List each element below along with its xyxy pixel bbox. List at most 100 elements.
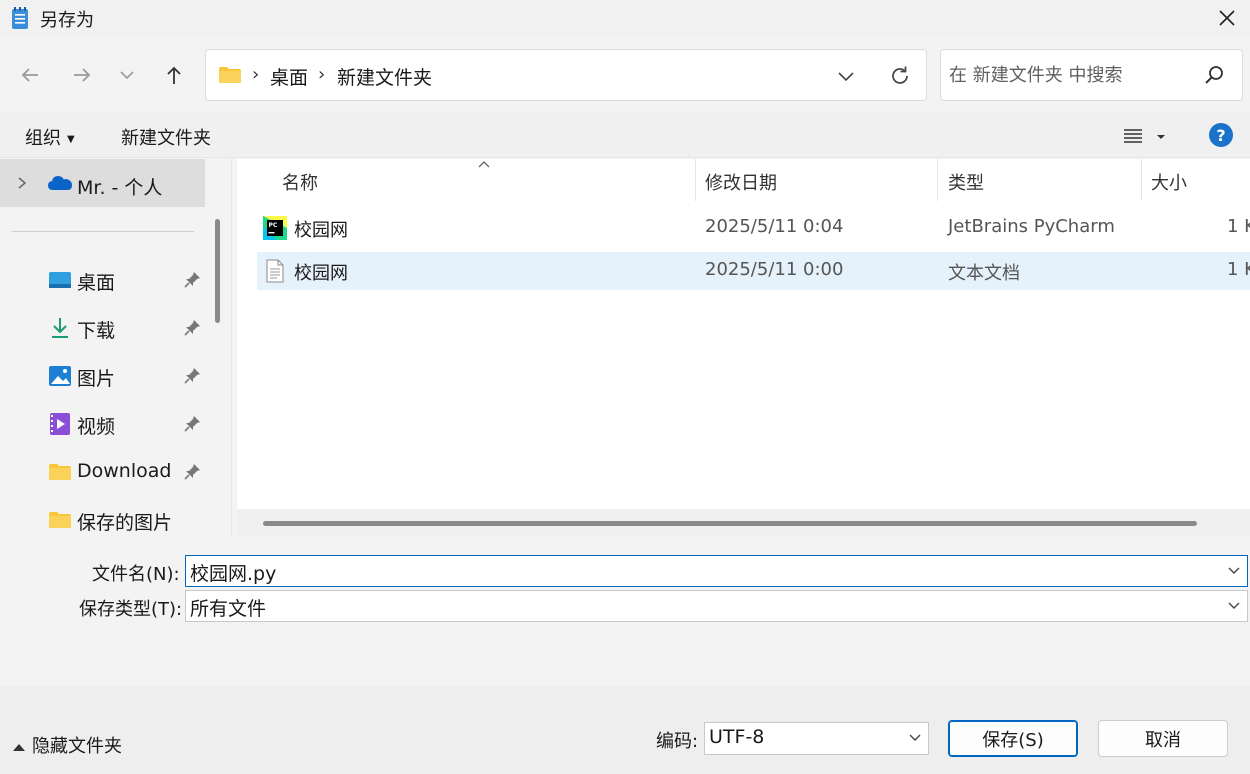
save-button[interactable]: 保存(S) (948, 720, 1078, 757)
pin-icon[interactable] (183, 319, 201, 337)
cancel-button[interactable]: 取消 (1098, 720, 1228, 757)
breadcrumb-new-folder[interactable]: 新建文件夹 (337, 63, 432, 90)
encoding-select[interactable]: UTF-8 (704, 722, 929, 755)
pictures-icon (49, 366, 71, 386)
sidebar-item-label: 保存的图片 (77, 512, 173, 534)
chevron-down-icon (909, 734, 921, 741)
recent-locations-button[interactable] (110, 58, 144, 92)
save-form: 文件名(N): 校园网.py 保存类型(T): 所有文件 (0, 537, 1250, 687)
list-view-icon (1124, 129, 1142, 143)
column-header-type[interactable]: 类型 (948, 169, 984, 195)
svg-text:PC: PC (269, 222, 278, 229)
new-folder-button[interactable]: 新建文件夹 (121, 124, 211, 150)
close-icon (1219, 10, 1235, 26)
sidebar-item-label: 图片 (77, 368, 116, 390)
hide-folders-label: 隐藏文件夹 (32, 736, 122, 757)
chevron-down-icon[interactable] (1227, 599, 1241, 613)
organize-menu[interactable]: 组织 ▼ (25, 124, 75, 150)
close-button[interactable] (1204, 0, 1250, 36)
refresh-icon[interactable] (888, 64, 912, 88)
column-divider[interactable] (1141, 159, 1142, 201)
sidebar-item-label: 桌面 (77, 272, 116, 294)
chevron-down-icon[interactable] (1227, 564, 1241, 578)
hide-folders-toggle[interactable]: 隐藏文件夹 (12, 732, 122, 758)
back-button[interactable] (13, 58, 47, 92)
search-box[interactable] (940, 49, 1243, 101)
folder-icon (219, 67, 241, 83)
forward-button[interactable] (65, 58, 99, 92)
desktop-icon (49, 272, 71, 288)
chevron-down-icon (120, 71, 134, 80)
chevron-up-icon (13, 744, 25, 751)
encoding-value: UTF-8 (709, 726, 765, 748)
pin-icon[interactable] (183, 415, 201, 433)
pin-icon[interactable] (183, 271, 201, 289)
chevron-right-icon (18, 177, 27, 189)
file-type: 文本文档 (948, 263, 1020, 284)
videos-icon (50, 413, 70, 435)
search-input[interactable] (949, 62, 1199, 88)
sort-ascending-icon (478, 161, 490, 168)
encoding-label: 编码: (656, 731, 699, 752)
up-button[interactable] (157, 58, 191, 92)
sidebar-item-videos[interactable]: 视频 (0, 404, 205, 444)
filename-value: 校园网.py (190, 563, 277, 585)
column-divider[interactable] (937, 159, 938, 201)
file-modified: 2025/5/11 0:00 (705, 259, 844, 280)
sidebar-item-desktop[interactable]: 桌面 (0, 260, 205, 300)
onedrive-icon (48, 176, 72, 190)
chevron-down-icon[interactable] (836, 66, 856, 86)
pin-icon[interactable] (183, 463, 201, 481)
filename-label: 文件名(N): (92, 564, 180, 585)
breadcrumb-separator: › (252, 64, 260, 85)
pane-divider[interactable] (231, 159, 232, 536)
breadcrumb-desktop[interactable]: 桌面 (270, 63, 308, 90)
file-size: 1 K (1227, 216, 1250, 237)
search-icon[interactable] (1203, 64, 1225, 86)
column-divider[interactable] (695, 159, 696, 201)
address-bar[interactable]: › 桌面 › 新建文件夹 (205, 49, 927, 101)
command-bar: 组织 ▼ 新建文件夹 ? (0, 112, 1250, 158)
file-size: 1 K (1227, 259, 1250, 280)
navigation-bar: › 桌面 › 新建文件夹 (0, 38, 1250, 112)
navigation-pane: Mr. - 个人 桌面 下载 图片 视频 Download 保存的图片 (0, 159, 232, 536)
sidebar-item-label: 下载 (77, 320, 116, 342)
arrow-up-icon (167, 66, 181, 84)
sidebar-item-onedrive[interactable]: Mr. - 个人 (0, 159, 205, 207)
sidebar-scrollbar[interactable] (215, 219, 220, 323)
sidebar-item-pictures[interactable]: 图片 (0, 356, 205, 396)
file-name: 校园网 (294, 220, 348, 241)
sidebar-item-label: Download (77, 460, 172, 482)
file-row[interactable]: PC 校园网 2025/5/11 0:04 JetBrains PyCharm … (257, 209, 1250, 247)
folder-icon (49, 512, 71, 528)
view-options-button[interactable] (1118, 122, 1174, 150)
sidebar-item-label: 视频 (77, 416, 116, 438)
organize-label: 组织 (25, 128, 61, 149)
file-type: JetBrains PyCharm (948, 216, 1115, 237)
column-header-name[interactable]: 名称 (282, 169, 318, 195)
file-row[interactable]: 校园网 2025/5/11 0:00 文本文档 1 K (257, 252, 1250, 290)
download-icon (52, 318, 68, 338)
filetype-label: 保存类型(T): (79, 599, 183, 620)
pin-icon[interactable] (183, 367, 201, 385)
arrow-left-icon (21, 68, 38, 82)
column-header-size[interactable]: 大小 (1151, 169, 1187, 195)
caret-down-icon: ▼ (67, 133, 75, 145)
horizontal-scrollbar[interactable] (263, 521, 1197, 526)
title-bar: 另存为 (0, 0, 1250, 36)
notepad-icon (12, 7, 28, 29)
pycharm-file-icon: PC (263, 216, 287, 240)
filename-field[interactable]: 校园网.py (185, 555, 1248, 587)
file-list: 名称 修改日期 类型 大小 PC 校园网 2025/5/11 0:04 JetB… (237, 159, 1250, 536)
sidebar-item-download-folder[interactable]: Download (0, 452, 205, 492)
filetype-select[interactable]: 所有文件 (185, 590, 1248, 622)
sidebar-divider (12, 231, 194, 232)
folder-icon (49, 464, 71, 480)
caret-down-icon (1157, 135, 1165, 139)
sidebar-item-downloads[interactable]: 下载 (0, 308, 205, 348)
onedrive-label: Mr. - 个人 (77, 177, 163, 199)
file-modified: 2025/5/11 0:04 (705, 216, 844, 237)
column-header-modified[interactable]: 修改日期 (705, 169, 777, 195)
sidebar-item-saved-pictures[interactable]: 保存的图片 (0, 500, 205, 536)
help-button[interactable]: ? (1209, 123, 1233, 147)
